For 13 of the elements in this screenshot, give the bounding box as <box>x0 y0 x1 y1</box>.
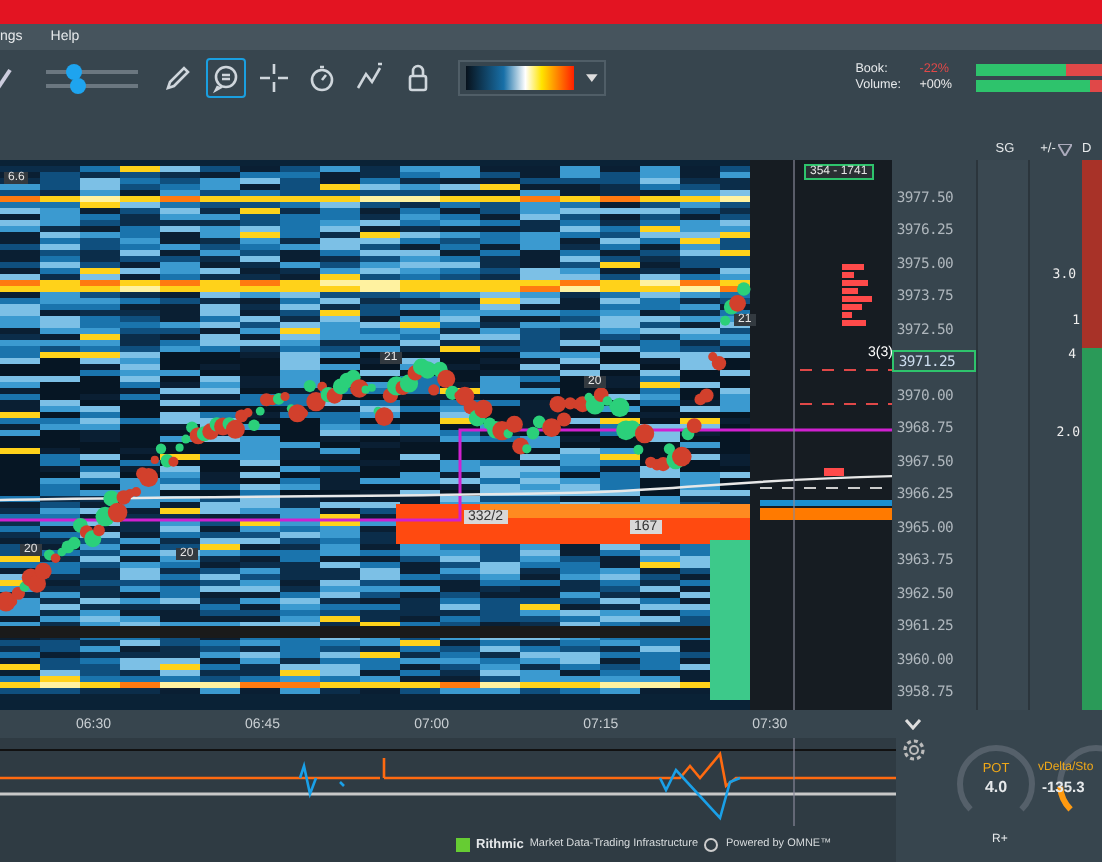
circle-logo-icon <box>704 837 719 851</box>
comment-icon[interactable] <box>206 58 246 98</box>
balance-meter <box>976 80 1102 92</box>
logo-icon <box>456 837 470 851</box>
gauge-dial <box>957 745 1035 812</box>
gauge-value: 4.0 <box>982 778 1010 796</box>
caret-icon <box>586 74 598 82</box>
crosshair-icon[interactable] <box>254 58 294 98</box>
chevron-down-icon[interactable] <box>904 718 922 730</box>
settings-icon[interactable] <box>902 738 926 762</box>
filter-icon <box>1057 143 1072 155</box>
balance-meter <box>976 64 1102 76</box>
color-scale-dropdown[interactable] <box>458 60 606 96</box>
